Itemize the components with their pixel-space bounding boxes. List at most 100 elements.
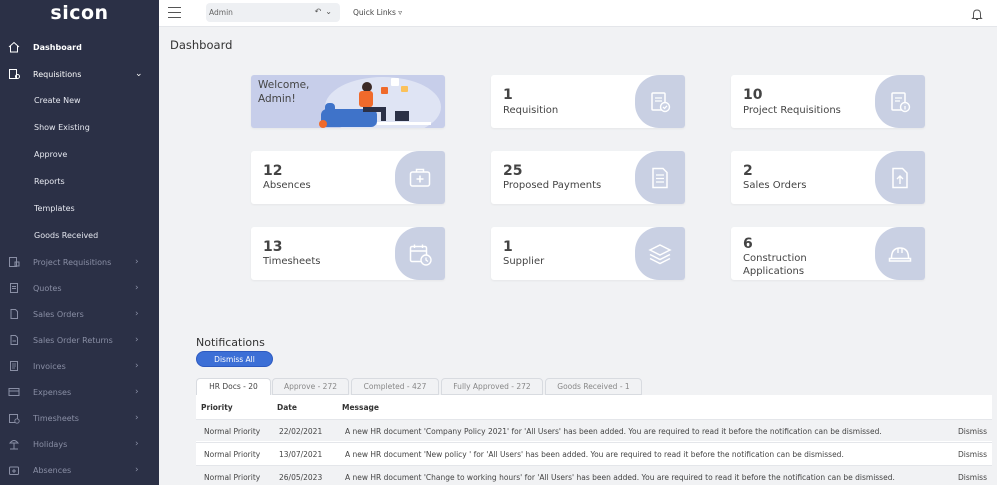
construction-applications-card[interactable]: 6 Construction Applications <box>731 227 925 280</box>
notifications-title: Notifications <box>196 336 265 349</box>
card-count: 25 <box>503 163 523 179</box>
chevron-down-icon[interactable]: ⌄ <box>325 7 336 16</box>
tab-approve[interactable]: Approve - 272 <box>272 378 349 395</box>
sales-order-returns-icon <box>8 334 20 346</box>
card-icon-panel <box>635 227 685 280</box>
card-icon-panel <box>875 75 925 128</box>
sicon-logo: sicon <box>50 2 109 24</box>
sidebar-item-goods-received[interactable]: Goods Received <box>0 225 159 245</box>
dismiss-link[interactable]: Dismiss <box>958 450 987 459</box>
requisition-card[interactable]: 1 Requisition <box>491 75 685 128</box>
column-header-message[interactable]: Message <box>342 403 379 412</box>
welcome-card: Welcome, Admin! <box>251 75 445 128</box>
sidebar-item-label: Create New <box>34 95 81 105</box>
card-icon-panel <box>635 151 685 204</box>
sidebar-item-quotes[interactable]: Quotes › <box>0 278 159 298</box>
card-label: Absences <box>263 180 311 191</box>
sidebar-item-create-new[interactable]: Create New <box>0 90 159 110</box>
column-header-date[interactable]: Date <box>277 403 297 412</box>
card-label: Timesheets <box>263 256 321 267</box>
undo-icon[interactable]: ↶ <box>315 7 326 16</box>
proposed-payments-card[interactable]: 25 Proposed Payments <box>491 151 685 204</box>
quotes-icon <box>8 282 20 294</box>
hamburger-menu-icon[interactable] <box>168 7 181 19</box>
sidebar-item-templates[interactable]: Templates <box>0 198 159 218</box>
sidebar-item-holidays[interactable]: Holidays › <box>0 434 159 454</box>
timesheets-card[interactable]: 13 Timesheets <box>251 227 445 280</box>
sidebar-item-requisitions[interactable]: Requisitions ⌄ <box>0 64 159 84</box>
sidebar-item-sales-orders[interactable]: Sales Orders › <box>0 304 159 324</box>
project-requisitions-card[interactable]: 10 Project Requisitions <box>731 75 925 128</box>
card-label: Requisition <box>503 105 559 116</box>
supplier-card[interactable]: 1 Supplier <box>491 227 685 280</box>
sidebar-item-show-existing[interactable]: Show Existing <box>0 117 159 137</box>
card-count: 1 <box>503 87 513 103</box>
sidebar-item-label: Holidays <box>33 439 68 449</box>
sidebar-item-label: Timesheets <box>33 413 79 423</box>
sidebar-item-invoices[interactable]: Invoices › <box>0 356 159 376</box>
sidebar-item-sales-order-returns[interactable]: Sales Order Returns › <box>0 330 159 350</box>
hard-hat-icon <box>888 246 912 262</box>
sidebar-item-absences[interactable]: Absences › <box>0 460 159 480</box>
sidebar-item-label: Absences <box>33 465 72 475</box>
card-label-line-1: Construction <box>743 253 807 264</box>
card-count: 12 <box>263 163 283 179</box>
card-count: 13 <box>263 239 283 255</box>
home-icon <box>8 41 20 53</box>
welcome-illustration <box>319 77 441 128</box>
chevron-right-icon: › <box>135 283 139 293</box>
sidebar-item-label: Sales Order Returns <box>33 335 113 345</box>
invoices-icon <box>8 360 20 372</box>
chevron-right-icon: › <box>135 309 139 319</box>
card-icon-panel <box>875 151 925 204</box>
sidebar-item-label: Quotes <box>33 283 62 293</box>
column-header-priority[interactable]: Priority <box>201 403 233 412</box>
chevron-right-icon: › <box>135 361 139 371</box>
card-icon-panel <box>395 227 445 280</box>
sidebar: sicon Dashboard Requisitions ⌄ Create Ne… <box>0 0 159 485</box>
sidebar-item-label: Approve <box>34 149 68 159</box>
tab-hr-docs[interactable]: HR Docs - 20 <box>196 378 271 395</box>
card-label-line-2: Applications <box>743 266 805 277</box>
expenses-icon <box>8 386 20 398</box>
sidebar-item-project-requisitions[interactable]: Project Requisitions › <box>0 252 159 272</box>
sidebar-item-label: Goods Received <box>34 230 99 240</box>
chevron-down-icon: ⌄ <box>135 69 143 79</box>
sidebar-item-label: Reports <box>34 176 65 186</box>
chevron-right-icon: › <box>135 335 139 345</box>
absences-icon <box>8 464 20 476</box>
sidebar-item-label: Invoices <box>33 361 66 371</box>
company-select[interactable]: Admin ↶⌄ <box>206 3 340 22</box>
dismiss-link[interactable]: Dismiss <box>958 427 987 436</box>
sales-orders-card[interactable]: 2 Sales Orders <box>731 151 925 204</box>
sidebar-item-expenses[interactable]: Expenses › <box>0 382 159 402</box>
tab-goods-received[interactable]: Goods Received - 1 <box>545 378 642 395</box>
row-message: A new HR document 'Company Policy 2021' … <box>345 427 882 436</box>
card-label: Proposed Payments <box>503 180 602 191</box>
card-count: 2 <box>743 163 753 179</box>
dismiss-all-button[interactable]: Dismiss All <box>196 351 273 367</box>
project-requisitions-icon <box>8 256 20 268</box>
file-upload-icon <box>892 167 908 188</box>
sidebar-item-label: Sales Orders <box>33 309 84 319</box>
sidebar-item-approve[interactable]: Approve <box>0 144 159 164</box>
dismiss-link[interactable]: Dismiss <box>958 473 987 482</box>
card-count: 10 <box>743 87 763 103</box>
row-priority: Normal Priority <box>204 473 261 482</box>
page-title: Dashboard <box>170 38 233 52</box>
quick-links-dropdown[interactable]: Quick Links ▿ <box>353 8 402 17</box>
sidebar-item-reports[interactable]: Reports <box>0 171 159 191</box>
sidebar-item-timesheets[interactable]: Timesheets › <box>0 408 159 428</box>
document-icon <box>652 167 668 188</box>
bell-icon[interactable] <box>971 6 983 20</box>
card-label: Project Requisitions <box>743 105 841 116</box>
sidebar-item-dashboard[interactable]: Dashboard <box>0 37 159 57</box>
tab-fully-approved[interactable]: Fully Approved - 272 <box>441 378 543 395</box>
tab-completed[interactable]: Completed - 427 <box>351 378 439 395</box>
card-icon-panel <box>635 75 685 128</box>
calendar-clock-icon <box>409 244 432 266</box>
sidebar-item-label: Dashboard <box>33 42 82 52</box>
row-message: A new HR document 'New policy ' for 'All… <box>345 450 844 459</box>
absences-card[interactable]: 12 Absences <box>251 151 445 204</box>
row-priority: Normal Priority <box>204 450 261 459</box>
